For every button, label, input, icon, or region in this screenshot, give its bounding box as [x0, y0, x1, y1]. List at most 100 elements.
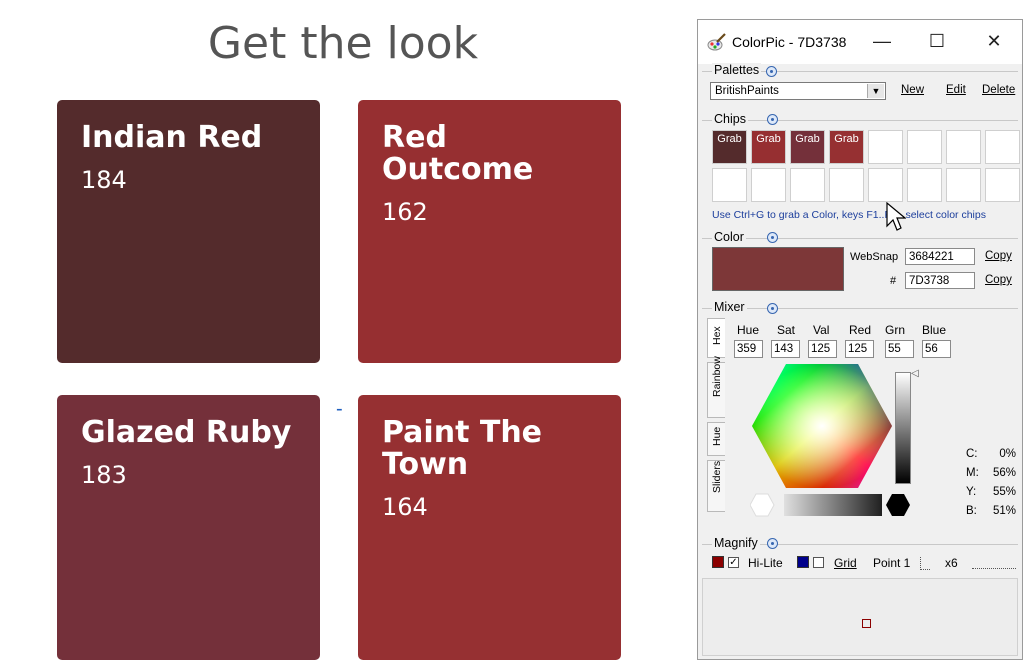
palettes-label: Palettes	[712, 63, 762, 77]
grid-label: Grid	[834, 556, 857, 570]
delete-palette-button[interactable]: Delete	[982, 84, 1015, 96]
grid-checkbox[interactable]	[813, 557, 824, 568]
tab-rainbow[interactable]: Rainbow	[707, 356, 725, 418]
mixer-group-border	[702, 308, 1018, 309]
mixer-label: Mixer	[712, 300, 747, 314]
hex-color-wheel[interactable]	[750, 362, 894, 490]
close-button[interactable]: ✕	[979, 30, 1009, 54]
magnify-hilite-marker	[862, 619, 871, 628]
grab-label: Grab	[834, 133, 859, 145]
sat-field[interactable]	[771, 340, 800, 358]
color-chip-4[interactable]: Grab	[829, 130, 864, 164]
hilite-checkbox[interactable]: ✓	[728, 557, 739, 568]
chips-hint: Use Ctrl+G to grab a Color, keys F1..F2.…	[712, 209, 986, 221]
color-group-border	[702, 238, 1018, 239]
color-chip-empty[interactable]	[790, 168, 825, 202]
colorpic-window: ColorPic - 7D3738 — ☐ ✕ Palettes British…	[697, 19, 1023, 660]
val-field[interactable]	[808, 340, 837, 358]
dropdown-arrow-icon: ▼	[867, 84, 884, 98]
page-title: Get the look	[207, 18, 479, 69]
title-bar[interactable]: ColorPic - 7D3738 — ☐ ✕	[698, 20, 1022, 64]
tile-name: Red Outcome	[382, 120, 534, 187]
color-tile-red-outcome[interactable]: Red Outcome 162	[358, 100, 621, 363]
cmyk-value: 56%	[992, 467, 1016, 479]
grn-header: Grn	[885, 323, 906, 337]
value-slider[interactable]	[895, 372, 911, 484]
zoom-label: x6	[945, 556, 958, 570]
tile-name: Indian Red	[81, 120, 263, 155]
pin-icon[interactable]	[767, 114, 778, 125]
tile-number: 162	[382, 198, 428, 226]
color-chip-empty[interactable]	[712, 168, 747, 202]
color-chip-2[interactable]: Grab	[751, 130, 786, 164]
grn-field[interactable]	[885, 340, 914, 358]
chips-label: Chips	[712, 112, 748, 126]
color-chip-empty[interactable]	[868, 168, 903, 202]
tile-number: 164	[382, 493, 428, 521]
cmyk-c: C: 0%	[966, 448, 1016, 460]
pin-icon[interactable]	[767, 303, 778, 314]
val-header: Val	[813, 323, 830, 337]
color-label: Color	[712, 230, 746, 244]
mouse-cursor-icon	[886, 202, 906, 231]
color-tile-glazed-ruby[interactable]: Glazed Ruby 183	[57, 395, 320, 660]
magnify-view	[702, 578, 1018, 656]
zoom-slider[interactable]	[972, 560, 1016, 569]
value-slider-handle[interactable]: ◁	[911, 368, 919, 379]
websnap-field[interactable]	[905, 248, 975, 265]
color-chip-empty[interactable]	[868, 130, 903, 164]
color-tile-indian-red[interactable]: Indian Red 184	[57, 100, 320, 363]
red-field[interactable]	[845, 340, 874, 358]
separator-dash: -	[336, 398, 343, 420]
color-chip-empty[interactable]	[946, 130, 981, 164]
blue-field[interactable]	[922, 340, 951, 358]
tab-sliders-label: Sliders	[711, 460, 723, 493]
grab-label: Grab	[795, 133, 820, 145]
hilite-color-swatch[interactable]	[712, 556, 724, 568]
hue-field[interactable]	[734, 340, 763, 358]
blue-header: Blue	[922, 323, 947, 337]
pin-icon[interactable]	[766, 66, 777, 77]
pin-icon[interactable]	[767, 538, 778, 549]
hex-field[interactable]	[905, 272, 975, 289]
hue-header: Hue	[737, 323, 760, 337]
new-palette-button[interactable]: New	[901, 84, 924, 96]
color-tile-paint-the-town[interactable]: Paint The Town 164	[358, 395, 621, 660]
paint-brush-icon	[707, 33, 727, 51]
copy-websnap-button[interactable]: Copy	[985, 250, 1012, 262]
maximize-button[interactable]: ☐	[922, 30, 952, 54]
grid-color-swatch[interactable]	[797, 556, 809, 568]
palette-select[interactable]: BritishPaints ▼	[710, 82, 886, 100]
hex-hash-label: #	[890, 275, 897, 287]
cmyk-value: 0%	[999, 448, 1016, 460]
color-chip-3[interactable]: Grab	[790, 130, 825, 164]
color-chip-1[interactable]: Grab	[712, 130, 747, 164]
color-chip-empty[interactable]	[907, 168, 942, 202]
cmyk-value: 55%	[992, 486, 1016, 498]
color-chip-empty[interactable]	[751, 168, 786, 202]
edit-palette-button[interactable]: Edit	[946, 84, 966, 96]
point-size-slider[interactable]	[920, 557, 930, 570]
tab-sliders[interactable]: Sliders	[707, 460, 725, 512]
color-chip-empty[interactable]	[985, 168, 1020, 202]
cmyk-key: B:	[966, 505, 977, 517]
cmyk-key: Y:	[966, 486, 977, 498]
magnify-label: Magnify	[712, 536, 760, 550]
tab-hex[interactable]: Hex	[707, 318, 725, 358]
color-chip-empty[interactable]	[946, 168, 981, 202]
copy-hex-button[interactable]: Copy	[985, 274, 1012, 286]
hilite-label: Hi-Lite	[748, 556, 783, 570]
color-chip-empty[interactable]	[985, 130, 1020, 164]
tab-hue-label: Hue	[711, 426, 723, 446]
grayscale-hexes[interactable]	[750, 490, 916, 522]
color-chip-empty[interactable]	[829, 168, 864, 202]
pin-icon[interactable]	[767, 232, 778, 243]
tab-rainbow-label: Rainbow	[711, 356, 723, 397]
color-chip-empty[interactable]	[907, 130, 942, 164]
cmyk-b: B: 51%	[966, 505, 1016, 517]
minimize-button[interactable]: —	[867, 30, 897, 54]
cmyk-key: M:	[966, 467, 979, 479]
tab-hex-label: Hex	[711, 326, 723, 345]
tab-hue[interactable]: Hue	[707, 422, 725, 456]
tile-number: 184	[81, 166, 127, 194]
